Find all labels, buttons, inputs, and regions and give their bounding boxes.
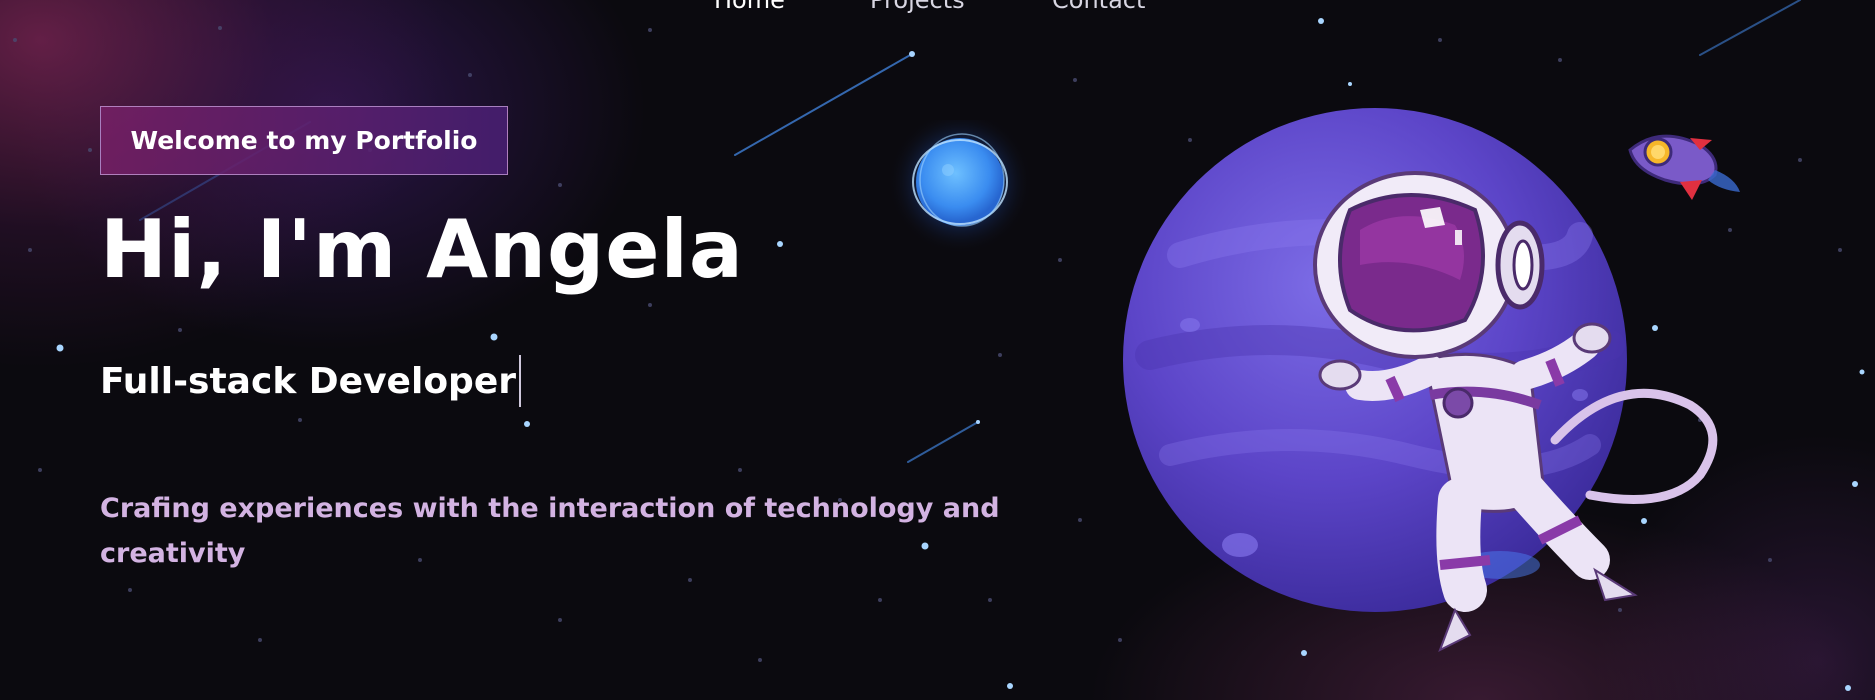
hero-title: Hi, I'm Angela (100, 203, 744, 296)
welcome-badge-label: Welcome to my Portfolio (130, 126, 478, 155)
hero-role: Full-stack Developer (100, 355, 521, 407)
welcome-badge: Welcome to my Portfolio (100, 106, 508, 175)
nav-link-home[interactable]: Home (714, 0, 785, 14)
moon-icon (888, 120, 1032, 254)
nav-link-projects[interactable]: Projects (870, 0, 965, 14)
nav-link-contact[interactable]: Contact (1052, 0, 1145, 14)
hero-role-text: Full-stack Developer (100, 360, 516, 402)
top-navigation: Home Projects Contact (0, 0, 1875, 26)
astronaut-icon (1313, 171, 1718, 653)
rocket-icon (1628, 134, 1740, 200)
hero-tagline: Crafing experiences with the interaction… (100, 493, 1000, 569)
typing-cursor (519, 355, 521, 407)
